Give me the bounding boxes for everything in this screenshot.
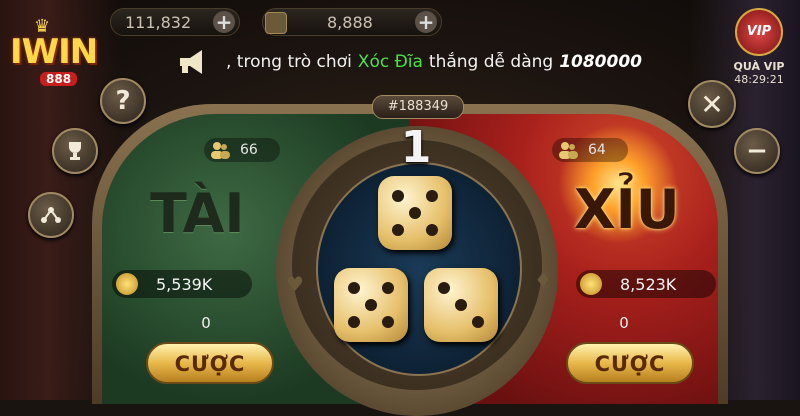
vip-gift[interactable]: VIP QUÀ VIP 48:29:21 xyxy=(728,8,790,88)
silver-balance-pill: 8,888 + xyxy=(262,8,442,36)
trophy-button[interactable] xyxy=(52,128,98,174)
xiu-my-bet: 0 xyxy=(619,314,629,332)
marquee-suffix: thắng dễ dàng xyxy=(428,52,554,72)
countdown-timer: 1 xyxy=(400,122,432,173)
die-pip xyxy=(409,207,421,219)
die-pip xyxy=(455,299,467,311)
marquee-amount: 1080000 xyxy=(559,52,642,72)
add-gold-button[interactable]: + xyxy=(213,11,235,33)
xiu-players-count: 64 xyxy=(588,142,606,158)
tai-title: TÀI xyxy=(150,182,245,245)
coin-icon xyxy=(116,273,138,295)
tai-total-value: 5,539K xyxy=(156,274,213,294)
xiu-bet-button[interactable]: CƯỢC xyxy=(566,342,694,384)
vip-badge-icon: VIP xyxy=(735,8,783,56)
die-pip xyxy=(382,282,394,294)
marquee-prefix: , trong trò chơi xyxy=(226,52,352,72)
people-icon xyxy=(559,142,578,159)
silver-coin-icon xyxy=(265,12,287,34)
xiu-total-value: 8,523K xyxy=(620,274,677,294)
die-pip xyxy=(392,190,404,202)
die-pip xyxy=(426,224,438,236)
xiu-total-pill: 8,523K xyxy=(576,270,716,298)
silver-balance-value: 8,888 xyxy=(327,12,373,32)
people-icon xyxy=(211,142,230,159)
diamond-suit-icon: ♦ xyxy=(534,268,552,292)
tai-my-bet: 0 xyxy=(201,314,211,332)
tai-players-count: 66 xyxy=(240,142,258,158)
die-bottom-left xyxy=(334,268,408,342)
session-id: #188349 xyxy=(372,95,464,119)
coin-icon xyxy=(580,273,602,295)
die-pip xyxy=(392,224,404,236)
die-pip xyxy=(382,316,394,328)
xiu-players-pill: 64 xyxy=(552,138,628,162)
tai-bet-button[interactable]: CƯỢC xyxy=(146,342,274,384)
announcement-marquee: , trong trò chơi Xóc Đĩa thắng dễ dàng 1… xyxy=(176,44,666,80)
iwin-logo[interactable]: ♛ IWIN 888 xyxy=(4,10,114,86)
die-top xyxy=(378,176,452,250)
gold-balance-pill: 111,832 + xyxy=(110,8,240,36)
minus-icon: − xyxy=(746,136,768,166)
add-silver-button[interactable]: + xyxy=(415,11,437,33)
xiu-title: XỈU xyxy=(574,178,680,241)
marquee-game-name: Xóc Đĩa xyxy=(357,52,423,72)
tai-players-pill: 66 xyxy=(204,138,280,162)
die-pip xyxy=(365,299,377,311)
gold-balance-value: 111,832 xyxy=(125,12,192,32)
die-pip xyxy=(426,190,438,202)
logo-text: IWIN xyxy=(10,32,98,72)
heart-suit-icon: ♥ xyxy=(286,272,304,296)
logo-subtext: 888 xyxy=(40,72,78,86)
tai-total-pill: 5,539K xyxy=(112,270,252,298)
stats-button[interactable] xyxy=(28,192,74,238)
question-icon: ? xyxy=(115,86,131,116)
die-pip xyxy=(472,316,484,328)
network-icon xyxy=(41,207,61,223)
vip-timer: 48:29:21 xyxy=(734,73,784,86)
trophy-icon xyxy=(69,142,81,160)
die-pip xyxy=(348,316,360,328)
megaphone-icon xyxy=(180,50,202,74)
die-bottom-right xyxy=(424,268,498,342)
vip-label: QUÀ VIP xyxy=(733,60,785,73)
die-pip xyxy=(438,282,450,294)
die-pip xyxy=(348,282,360,294)
minimize-button[interactable]: − xyxy=(734,128,780,174)
